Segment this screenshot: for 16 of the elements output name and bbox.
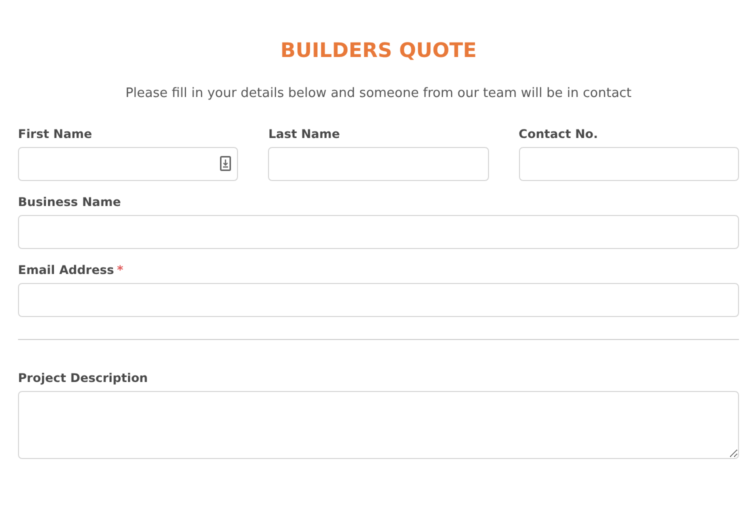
- field-label: Email Address: [18, 262, 114, 276]
- autofill-icon[interactable]: [220, 156, 232, 170]
- field-label: Business Name: [18, 194, 121, 208]
- field-label: Contact No.: [518, 126, 598, 140]
- required-mark: *: [117, 262, 124, 276]
- input-field[interactable]: [18, 282, 739, 316]
- field-label: Project Description: [18, 370, 148, 384]
- field-label: Last Name: [268, 126, 340, 140]
- textarea-field[interactable]: [18, 390, 739, 458]
- field-label: First Name: [18, 126, 92, 140]
- form-subtitle: Please fill in your details below and someone from our team will be in contact: [124, 85, 633, 103]
- input-field[interactable]: [18, 214, 739, 248]
- form-title: BUILDERS QUOTE: [279, 38, 478, 62]
- input-field[interactable]: [18, 146, 238, 180]
- input-field[interactable]: [518, 146, 739, 180]
- input-field[interactable]: [268, 146, 489, 180]
